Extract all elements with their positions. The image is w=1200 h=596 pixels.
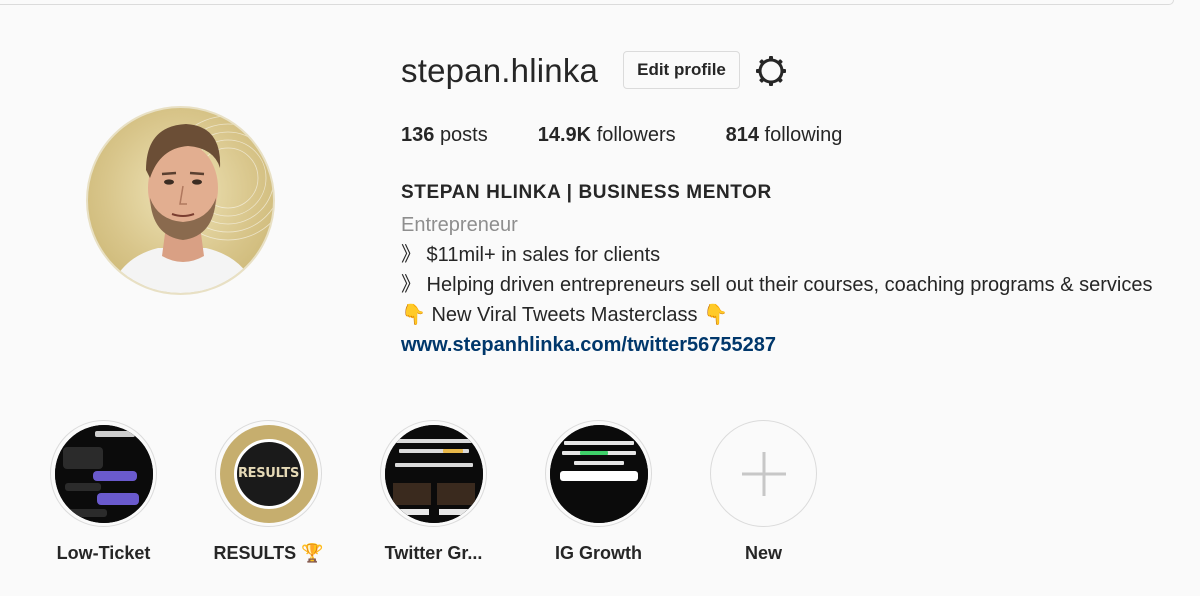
profile-avatar[interactable] (86, 106, 275, 295)
edit-profile-button[interactable]: Edit profile (623, 51, 740, 89)
bio-line: 》 Helping driven entrepreneurs sell out … (401, 274, 1153, 296)
following-label: following (764, 124, 843, 146)
followers-stat[interactable]: 14.9K followers (538, 124, 676, 147)
profile-username: stepan.hlinka (401, 52, 599, 89)
highlight-label: IG Growth (555, 543, 642, 563)
profile-bio: STEPAN HLINKA | BUSINESS MENTOR Entrepre… (401, 180, 1191, 360)
bio-website-link[interactable]: www.stepanhlinka.com/twitter56755287 (401, 330, 1191, 360)
bio-line: 👇 New Viral Tweets Masterclass 👇 (401, 304, 728, 326)
highlight-cover-ig-stats (549, 424, 648, 523)
highlight-results[interactable]: RESULTS RESULTS 🏆 (213, 420, 324, 564)
highlight-ring: RESULTS (215, 420, 322, 527)
top-divider (0, 0, 1174, 5)
highlight-cover-twitter-stats (384, 424, 483, 523)
highlight-label: RESULTS 🏆 (213, 543, 324, 563)
highlight-ring (50, 420, 157, 527)
gear-icon[interactable] (754, 54, 788, 88)
highlight-low-ticket[interactable]: Low-Ticket (50, 420, 157, 564)
posts-label: posts (439, 124, 488, 146)
highlight-ring (710, 420, 817, 527)
highlight-ring (380, 420, 487, 527)
profile-stats: 136 posts 14.9K followers 814 following (401, 124, 892, 147)
plus-icon (715, 425, 813, 523)
highlight-label: Twitter Gr... (384, 543, 483, 563)
highlight-ring (545, 420, 652, 527)
highlight-twitter-growth[interactable]: Twitter Gr... (380, 420, 487, 564)
highlight-cover-chat-screenshot (54, 424, 153, 523)
results-badge-text: RESULTS (233, 438, 304, 509)
highlight-label: Low-Ticket (56, 543, 151, 563)
posts-stat: 136 posts (401, 124, 488, 147)
following-count: 814 (725, 124, 759, 146)
bio-full-name: STEPAN HLINKA | BUSINESS MENTOR (401, 182, 772, 203)
highlight-cover-results-badge: RESULTS (219, 424, 318, 523)
highlight-label: New (744, 543, 782, 563)
posts-count: 136 (401, 124, 435, 146)
bio-line: 》 $11mil+ in sales for clients (401, 244, 661, 266)
followers-label: followers (596, 124, 676, 146)
story-highlights: Low-Ticket RESULTS RESULTS 🏆 Twitter Gr.… (50, 420, 875, 564)
avatar-portrait (109, 115, 273, 293)
highlight-ig-growth[interactable]: IG Growth (545, 420, 652, 564)
followers-count: 14.9K (537, 124, 592, 146)
following-stat[interactable]: 814 following (726, 124, 843, 147)
highlight-new[interactable]: New (710, 420, 817, 564)
bio-category: Entrepreneur (401, 214, 518, 236)
